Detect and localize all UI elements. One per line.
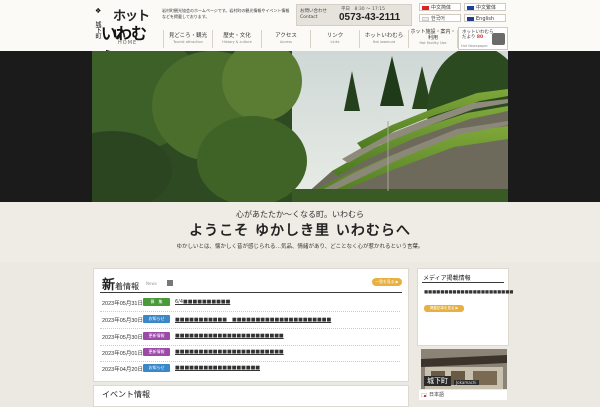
- news-category-badge: 更新情報: [143, 348, 170, 356]
- nav-item-access[interactable]: アクセス Access: [261, 30, 310, 48]
- news-icon: [167, 280, 173, 286]
- news-title-big: 新: [102, 278, 116, 293]
- newsletter-button[interactable]: ホットいわむら だより 80 Hot Newspaper: [458, 27, 508, 50]
- news-divider: [100, 292, 402, 293]
- nav-label: ホット施設・案内・利用: [410, 29, 456, 41]
- hero-image: [92, 51, 508, 202]
- nav-sublabel: Tourist attraction: [173, 40, 203, 44]
- news-category-badge: 更新情報: [143, 332, 170, 340]
- nav-sublabel: Hot iwamura: [372, 40, 396, 44]
- nav-label: 見どころ・観光: [168, 33, 208, 39]
- nav-sublabel: History & culture: [222, 40, 252, 44]
- contact-phone[interactable]: 0573-43-2111: [339, 12, 400, 23]
- news-row[interactable]: 2023年05月30日 更新情報 ■■■■■■■■■■■■■■■■■■■■■■■: [100, 330, 400, 346]
- top-bar: ❖ 城下町 ホットい いわむら HOME 岩村町観光協会のホームページです。岩村…: [0, 0, 600, 67]
- media-panel: メディア掲載情報 ■■■■■■■■■■■■■■■■■■■■■■ 掲載記事を見る …: [417, 268, 513, 346]
- media-more-button[interactable]: 掲載記事を見る ▶: [424, 305, 464, 312]
- welcome-title: ようこそ ゆかしき里 いわむらへ: [189, 223, 411, 239]
- welcome-subtitle: 心があたたか〜くなる町。いわむら: [236, 210, 364, 219]
- lang-label: 한국어: [431, 16, 445, 22]
- news-category-badge: お知らせ: [143, 364, 170, 372]
- contact-label: お問い合わせ Contact: [300, 9, 327, 20]
- newsletter-line2: だより: [462, 35, 476, 40]
- news-panel: 新着情報 News 一覧を見る ▶ 2023年05月31日 募 集 6/4■■■…: [93, 268, 409, 382]
- lang-label: 中文简体: [431, 5, 452, 11]
- lang-zh-hant[interactable]: 中文繁体: [464, 3, 506, 11]
- site-logo[interactable]: ❖ 城下町 ホットい いわむら HOME: [93, 5, 157, 67]
- media-title: メディア掲載情報: [423, 275, 471, 282]
- news-date: 2023年05月30日: [102, 335, 143, 341]
- nav-label: 歴史・文化: [223, 33, 251, 39]
- nav-label: アクセス: [275, 33, 297, 39]
- news-link[interactable]: 6/4■■■■■■■■■■: [175, 299, 230, 305]
- news-title-rest: 着情報: [115, 282, 140, 291]
- event-panel: イベント情報: [93, 385, 409, 407]
- korea-flag-icon: [422, 17, 429, 21]
- news-title-en: News: [146, 281, 157, 286]
- bus-icon: [492, 33, 505, 45]
- news-category-badge: 募 集: [143, 298, 170, 306]
- nav-sublabel: Hot Facility Use: [419, 41, 447, 45]
- media-divider: [422, 282, 504, 283]
- media-text[interactable]: ■■■■■■■■■■■■■■■■■■■■■■: [424, 290, 513, 296]
- lang-ko[interactable]: 한국어: [419, 14, 461, 22]
- china-flag-icon: [422, 6, 429, 10]
- news-title: 新着情報: [102, 274, 139, 293]
- kamon-icon: ❖: [95, 7, 102, 15]
- nav-item-hot-iwamura[interactable]: ホットいわむら Hot iwamura: [359, 30, 408, 48]
- jokamachi-banner[interactable]: 城下町 Jokamachi: [421, 349, 507, 389]
- news-link[interactable]: ■■■■■■■■■■■■■■■■■■■■■■■: [175, 349, 284, 355]
- jokamachi-label: 城下町: [424, 376, 451, 386]
- nav-sublabel: Access: [280, 40, 292, 44]
- nav-item-facility[interactable]: ホット施設・案内・利用 Hot Facility Use: [408, 29, 458, 48]
- welcome-section: 心があたたか〜くなる町。いわむら ようこそ ゆかしき里 いわむらへ ゆかしいとは…: [0, 202, 600, 262]
- lang-label: 中文繁体: [476, 5, 497, 11]
- uk-flag-icon: [467, 17, 474, 21]
- news-link[interactable]: ■■■■■■■■■■■■■■■■■■: [175, 365, 260, 371]
- news-date: 2023年05月30日: [102, 318, 143, 324]
- news-more-button[interactable]: 一覧を見る ▶: [372, 278, 402, 286]
- japan-flag-icon: [421, 393, 427, 397]
- castle-ruins-illustration: [92, 51, 508, 202]
- hero-banner: [0, 51, 600, 202]
- lang-zh-hans[interactable]: 中文简体: [419, 3, 461, 11]
- news-row[interactable]: 2023年05月30日 お知らせ ■■■■■■■■■■■ ■■■■■■■■■■■…: [100, 313, 400, 329]
- nav-item-links[interactable]: リンク Links: [310, 30, 359, 48]
- nav-label: リンク: [326, 33, 344, 39]
- newsletter-title: ホットいわむら だより 80: [462, 30, 494, 40]
- nav-label: ホットいわむら: [364, 33, 404, 39]
- news-date: 2023年04月20日: [102, 367, 143, 373]
- news-row[interactable]: 2023年05月31日 募 集 6/4■■■■■■■■■■: [100, 296, 400, 312]
- news-link[interactable]: ■■■■■■■■■■■ ■■■■■■■■■■■■■■■■■■■■■: [175, 316, 331, 323]
- news-link[interactable]: ■■■■■■■■■■■■■■■■■■■■■■■: [175, 333, 284, 339]
- logo-home-label: HOME: [118, 40, 138, 46]
- news-date: 2023年05月31日: [102, 301, 143, 307]
- news-row[interactable]: 2023年05月01日 更新情報 ■■■■■■■■■■■■■■■■■■■■■■■: [100, 346, 400, 362]
- lang-ja[interactable]: 日本語: [419, 390, 507, 400]
- event-title: イベント情報: [102, 390, 150, 399]
- nav-item-history[interactable]: 歴史・文化 History & culture: [212, 30, 261, 48]
- nav-sublabel: Links: [330, 40, 340, 44]
- news-date: 2023年05月01日: [102, 351, 143, 357]
- newsletter-en: Hot Newspaper: [461, 44, 488, 48]
- news-category-badge: お知らせ: [143, 315, 170, 323]
- jokamachi-en: Jokamachi: [454, 380, 479, 385]
- lang-label: English: [476, 16, 495, 22]
- newsletter-badge: 80: [476, 35, 484, 40]
- welcome-description: ゆかしいとは、懐かしく昔が感じられる…気品、情緒があり、どことなく心が惹かれると…: [176, 244, 424, 250]
- lang-en[interactable]: English: [464, 14, 506, 22]
- lang-label: 日本語: [429, 392, 445, 398]
- taiwan-flag-icon: [467, 6, 474, 10]
- site-tagline: 岩村町観光協会のホームページです。岩村町の観光情報やイベント情報などを掲載してお…: [162, 8, 290, 19]
- nav-item-attractions[interactable]: 見どころ・観光 Tourist attraction: [163, 30, 212, 48]
- news-row[interactable]: 2023年04月20日 お知らせ ■■■■■■■■■■■■■■■■■■: [100, 362, 400, 377]
- contact-box[interactable]: お問い合わせ Contact 平日 8:30 〜 17:15 0573-43-2…: [296, 4, 412, 26]
